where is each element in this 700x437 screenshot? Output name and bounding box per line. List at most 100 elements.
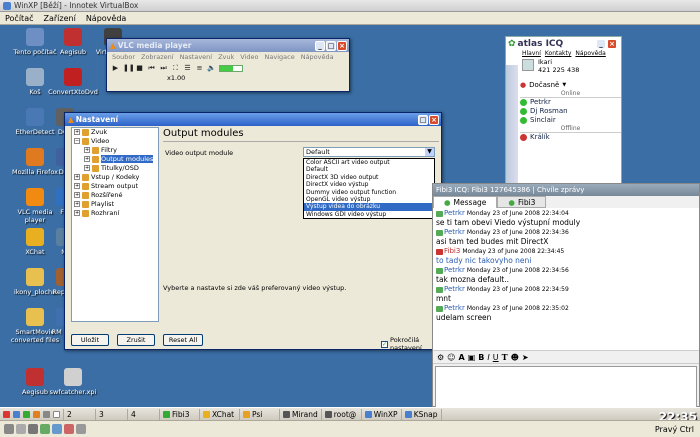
save-button[interactable]: Uložit xyxy=(71,334,109,346)
minimize-button[interactable]: _ xyxy=(315,40,325,51)
dropdown-option[interactable]: Výstup videa do obrázku xyxy=(304,203,434,211)
expand-icon[interactable]: + xyxy=(74,174,80,180)
expand-icon[interactable]: − xyxy=(74,138,80,144)
vlc-menu-soubor[interactable]: Soubor xyxy=(109,53,138,61)
contact-item[interactable]: Sinclair xyxy=(520,116,621,125)
vlc-menu-zobrazeni[interactable]: Zobrazení xyxy=(138,53,177,61)
firefox-icon[interactable] xyxy=(33,410,40,418)
taskbar-button[interactable]: Psi xyxy=(240,408,280,420)
tree-item[interactable]: + Zvuk xyxy=(72,128,158,137)
contact-item[interactable]: Králík xyxy=(520,133,621,142)
desktop-icon[interactable]: ConvertXtoDvd xyxy=(48,68,98,96)
expand-icon[interactable]: + xyxy=(84,165,90,171)
group-offline[interactable]: Offline xyxy=(520,125,621,133)
vlc-window[interactable]: ▲ VLC media player _ □ × Soubor Zobrazen… xyxy=(106,38,350,92)
expand-icon[interactable]: + xyxy=(84,156,90,162)
icq-menu-hlavni[interactable]: Hlavní xyxy=(520,50,543,57)
dropdown-option[interactable]: OpenGL video výstup xyxy=(304,196,434,203)
close-button[interactable]: × xyxy=(607,38,617,49)
vlc-menu-navigace[interactable]: Navigace xyxy=(262,53,298,61)
vlc-menu-video[interactable]: Video xyxy=(237,53,261,61)
minimize-button[interactable]: _ xyxy=(596,38,606,49)
settings-window[interactable]: ▲ Nastavení □ × + Zvuk − Video + Filtry + Outpu… xyxy=(64,112,442,352)
maximize-button[interactable]: □ xyxy=(418,114,428,125)
dropdown-option[interactable]: Windows GDI video výstup xyxy=(304,211,434,218)
close-button[interactable]: × xyxy=(429,114,439,125)
taskbar-button[interactable]: root@ xyxy=(322,408,362,420)
maximize-button[interactable]: □ xyxy=(326,40,336,51)
tree-item[interactable]: + Filtry xyxy=(72,146,158,155)
desktop-switcher[interactable]: 4 xyxy=(128,408,160,420)
next-icon[interactable]: ⏭ xyxy=(159,64,168,72)
dropdown-option[interactable]: DirectX video výstup xyxy=(304,181,434,188)
desktop-1-icon[interactable] xyxy=(53,410,60,418)
tree-item[interactable]: + Stream output xyxy=(72,182,158,191)
tab-fibi3[interactable]: ● Fibi3 xyxy=(497,196,547,208)
previous-icon[interactable]: ⏮ xyxy=(147,64,156,72)
network-icon[interactable] xyxy=(40,424,50,434)
contact-item[interactable]: Petrkr xyxy=(520,98,621,107)
attach-icon[interactable]: ⚙ xyxy=(437,353,444,362)
chevron-down-icon[interactable]: ▼ xyxy=(425,148,434,156)
group-online[interactable]: Online xyxy=(520,90,621,98)
tree-item[interactable]: + Output modules xyxy=(72,155,158,164)
floppy-icon[interactable] xyxy=(28,424,38,434)
start-icon[interactable] xyxy=(3,410,10,418)
video-output-dropdown[interactable]: Color ASCII art video output Default Direc… xyxy=(303,158,435,220)
expand-icon[interactable]: + xyxy=(74,183,80,189)
host-menu-napoveda[interactable]: Nápověda xyxy=(81,14,132,23)
close-button[interactable]: × xyxy=(337,40,347,51)
desktop-switcher[interactable]: 3 xyxy=(96,408,128,420)
pause-icon[interactable]: ❚❚ xyxy=(123,64,135,72)
mouse-integration-icon[interactable] xyxy=(76,424,86,434)
tree-item[interactable]: − Video xyxy=(72,137,158,146)
dropdown-option[interactable]: DirectX 3D video output xyxy=(304,174,434,181)
tab-message[interactable]: ● Message xyxy=(433,196,498,208)
tree-item[interactable]: + Vstup / Kodeky xyxy=(72,173,158,182)
smiley-icon[interactable]: ☺ xyxy=(447,353,455,362)
usb-icon[interactable] xyxy=(52,424,62,434)
icq-menu-kontakty[interactable]: Kontakty xyxy=(543,50,574,57)
bold-icon[interactable]: B xyxy=(478,353,484,362)
emoticon-icon[interactable]: ☻ xyxy=(511,353,519,362)
taskbar-button[interactable]: Mirand xyxy=(280,408,322,420)
host-menu-zarizeni[interactable]: Zařízení xyxy=(39,14,81,23)
expand-icon[interactable]: + xyxy=(74,201,80,207)
icq-status-select[interactable]: ● Dočasně ▼ xyxy=(520,79,621,90)
settings-title-bar[interactable]: ▲ Nastavení □ × xyxy=(65,113,441,126)
settings-tree[interactable]: + Zvuk − Video + Filtry + Output modules + Titulk… xyxy=(71,127,159,322)
volume-slider[interactable] xyxy=(219,64,243,72)
chat-title-bar[interactable]: Fibi3 ICQ: Fibi3 127645386 | Chvíle zprá… xyxy=(433,184,699,196)
play-icon[interactable]: ▶ xyxy=(111,64,120,72)
harddisk-icon[interactable] xyxy=(4,424,14,434)
extended-icon[interactable]: ≡ xyxy=(195,64,204,72)
tree-item[interactable]: + Rozhraní xyxy=(72,209,158,218)
video-output-select[interactable]: Default ▼ xyxy=(303,147,435,157)
desktop-icon[interactable]: swfcatcher.xpi xyxy=(48,368,98,396)
dropdown-option[interactable]: Default xyxy=(304,166,434,173)
vlc-menu-napoveda[interactable]: Nápověda xyxy=(298,53,337,61)
taskbar-button[interactable]: WinXP xyxy=(362,408,402,420)
desktop-switcher[interactable]: 2 xyxy=(64,408,96,420)
expand-icon[interactable]: + xyxy=(84,147,90,153)
taskbar-button[interactable]: KSnap xyxy=(402,408,442,420)
fullscreen-icon[interactable]: ⛶ xyxy=(171,64,180,72)
playlist-icon[interactable]: ☰ xyxy=(183,64,192,72)
contact-item[interactable]: Dj Rosman xyxy=(520,107,621,116)
vlc-title-bar[interactable]: ▲ VLC media player _ □ × xyxy=(107,39,349,52)
dropdown-option[interactable]: Dummy video output function xyxy=(304,189,434,196)
text-icon[interactable]: T xyxy=(502,352,508,362)
cancel-button[interactable]: Zrušit xyxy=(117,334,155,346)
cdrom-icon[interactable] xyxy=(16,424,26,434)
tree-item[interactable]: + Rozšířené xyxy=(72,191,158,200)
tree-item[interactable]: + Titulky/OSD xyxy=(72,164,158,173)
shared-folders-icon[interactable] xyxy=(64,424,74,434)
taskbar-button[interactable]: XChat xyxy=(200,408,240,420)
vlc-menu-nastaveni[interactable]: Nastavení xyxy=(177,53,216,61)
icq-menu-napoveda[interactable]: Nápověda xyxy=(573,50,607,57)
send-icon[interactable]: ➤ xyxy=(522,353,529,362)
folder-icon[interactable] xyxy=(43,410,50,418)
color-icon[interactable]: ▣ xyxy=(468,353,476,362)
stop-icon[interactable]: ■ xyxy=(135,64,144,72)
home-icon[interactable] xyxy=(13,410,20,418)
